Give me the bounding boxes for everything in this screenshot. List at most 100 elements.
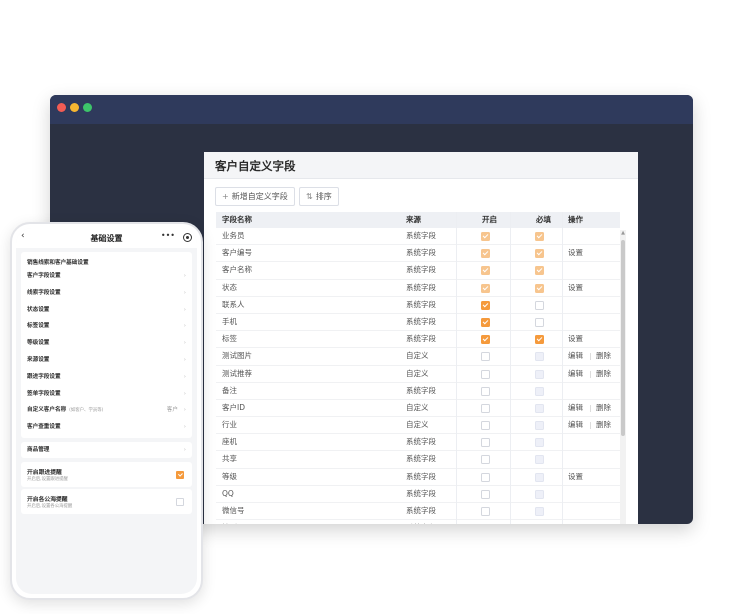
field-name: 状态	[222, 282, 237, 292]
target-icon[interactable]	[183, 233, 192, 242]
settings-list-item[interactable]: 自定义客户名称 (如客户、学员等) 客户 ›	[27, 402, 188, 419]
enabled-checkbox[interactable]	[481, 438, 490, 448]
goods-card[interactable]: 商品管理 ›	[21, 442, 192, 458]
field-source: 系统字段	[406, 471, 436, 481]
follow-reminder-checkbox[interactable]	[176, 471, 184, 479]
settings-list-item[interactable]: 状态设置 ›	[27, 302, 188, 319]
enabled-checkbox[interactable]	[481, 421, 490, 431]
settings-list-item[interactable]: 跟进字段设置 ›	[27, 369, 188, 386]
close-window-icon[interactable]	[57, 103, 66, 112]
goods-management-item[interactable]: 商品管理 ›	[27, 442, 188, 458]
settings-list-item[interactable]: 等级设置 ›	[27, 335, 188, 352]
settings-item-label: 标签设置	[27, 323, 50, 330]
enabled-checkbox[interactable]	[481, 369, 490, 379]
settings-item-label: 等级设置	[27, 340, 50, 347]
edit-link[interactable]: 编辑	[568, 366, 583, 382]
edit-link[interactable]: 编辑	[568, 417, 583, 433]
field-source: 系统字段	[406, 488, 436, 498]
required-checkbox	[535, 283, 544, 293]
field-source: 系统字段	[406, 520, 436, 524]
sort-icon: ⇅	[306, 192, 313, 201]
table-row: 客户ID 自定义 编辑 删除	[216, 400, 620, 418]
table-row: 客户名称 系统字段	[216, 262, 620, 280]
settings-list-item[interactable]: 签单字段设置 ›	[27, 386, 188, 403]
enabled-checkbox[interactable]	[481, 507, 490, 516]
required-checkbox	[535, 249, 544, 259]
chevron-right-icon: ›	[183, 407, 186, 414]
table-row: 客户编号 系统字段 设置	[216, 245, 620, 263]
required-checkbox[interactable]	[535, 300, 544, 310]
public-pool-reminder-checkbox[interactable]	[176, 498, 184, 506]
table-row: 标签 系统字段 设置	[216, 331, 620, 349]
sort-button[interactable]: ⇅ 排序	[299, 187, 339, 206]
scrollbar-thumb[interactable]	[621, 240, 625, 436]
edit-link[interactable]: 编辑	[568, 400, 583, 416]
table-row: 座机 系统字段	[216, 434, 620, 452]
col-enabled: 开启	[482, 215, 497, 224]
field-source: 系统字段	[406, 385, 436, 395]
settings-list-item[interactable]: 客户查重设置 ›	[27, 419, 188, 436]
required-checkbox	[535, 386, 544, 396]
required-checkbox	[535, 438, 544, 448]
add-custom-field-button[interactable]: + 新增自定义字段	[215, 187, 295, 206]
chevron-right-icon: ›	[183, 323, 186, 330]
minimize-window-icon[interactable]	[70, 103, 79, 112]
maximize-window-icon[interactable]	[83, 103, 92, 112]
delete-link[interactable]: 删除	[596, 348, 611, 364]
delete-link[interactable]: 删除	[596, 366, 611, 382]
chevron-right-icon: ›	[183, 424, 186, 431]
enabled-checkbox[interactable]	[481, 300, 490, 310]
field-source: 自定义	[406, 420, 429, 430]
enabled-checkbox[interactable]	[481, 403, 490, 413]
required-checkbox	[535, 232, 544, 241]
settings-link[interactable]: 设置	[568, 331, 583, 347]
col-actions: 操作	[568, 215, 583, 224]
field-name: 行业	[222, 420, 237, 430]
enabled-checkbox[interactable]	[481, 489, 490, 499]
settings-list-item[interactable]: 来源设置 ›	[27, 352, 188, 369]
table-body: 业务员 系统字段 客户编号 系统字段 设置 客户名称 系统字段 状态 系统字段 设置 联系人 系统字段…	[216, 228, 620, 524]
table-row: 状态 系统字段 设置	[216, 280, 620, 297]
settings-list-item[interactable]: 标签设置 ›	[27, 318, 188, 335]
field-source: 自定义	[406, 351, 429, 361]
scroll-up-icon[interactable]: ▲	[620, 230, 626, 237]
enabled-checkbox[interactable]	[481, 317, 490, 327]
enabled-checkbox[interactable]	[481, 455, 490, 465]
field-name: QQ	[222, 488, 234, 498]
required-checkbox	[535, 472, 544, 482]
settings-link[interactable]: 设置	[568, 280, 583, 296]
phone-mockup: ‹ 基础设置 ••• 销售线索和客户基础设置 客户字段设置 › 线索字段设置 › 状态设…	[10, 222, 203, 600]
field-name: 测试图片	[222, 351, 252, 361]
field-source: 系统字段	[406, 299, 436, 309]
field-name: 业务员	[222, 231, 245, 240]
required-checkbox[interactable]	[535, 335, 544, 345]
table-row: 测试图片 自定义 编辑 删除	[216, 348, 620, 366]
col-required: 必填	[536, 215, 551, 224]
field-name: 客户编号	[222, 248, 252, 258]
settings-link[interactable]: 设置	[568, 469, 583, 485]
settings-list-item[interactable]: 客户字段设置 ›	[27, 268, 188, 285]
edit-link[interactable]: 编辑	[568, 348, 583, 364]
table-scrollbar[interactable]: ▲	[620, 230, 626, 524]
enabled-checkbox[interactable]	[481, 335, 490, 345]
basic-settings-card: 销售线索和客户基础设置 客户字段设置 › 线索字段设置 › 状态设置 › 标签设置 › 等级设置…	[21, 252, 192, 438]
page-title: 客户自定义字段	[215, 159, 296, 173]
enabled-checkbox[interactable]	[481, 352, 490, 362]
delete-link[interactable]: 删除	[596, 417, 611, 433]
chevron-right-icon: ›	[183, 273, 186, 279]
settings-item-label: 自定义客户名称	[27, 407, 67, 414]
enabled-checkbox[interactable]	[481, 386, 490, 396]
enabled-checkbox[interactable]	[481, 472, 490, 482]
field-name: 客户名称	[222, 265, 252, 275]
required-checkbox[interactable]	[535, 317, 544, 327]
public-pool-reminder-title: 开启各公海提醒	[27, 497, 68, 503]
delete-link[interactable]: 删除	[596, 400, 611, 416]
more-dots-icon[interactable]: •••	[161, 231, 175, 240]
table-row: 等级 系统字段 设置	[216, 469, 620, 486]
settings-link[interactable]: 设置	[568, 245, 583, 261]
chevron-right-icon: ›	[183, 447, 186, 453]
custom-field-panel: 客户自定义字段 + 新增自定义字段 ⇅ 排序 字段名称 来源 开启 必填 操作 业务…	[204, 152, 638, 524]
settings-item-label: 客户查重设置	[27, 424, 61, 431]
field-source: 系统字段	[406, 248, 436, 258]
settings-list-item[interactable]: 线索字段设置 ›	[27, 285, 188, 302]
